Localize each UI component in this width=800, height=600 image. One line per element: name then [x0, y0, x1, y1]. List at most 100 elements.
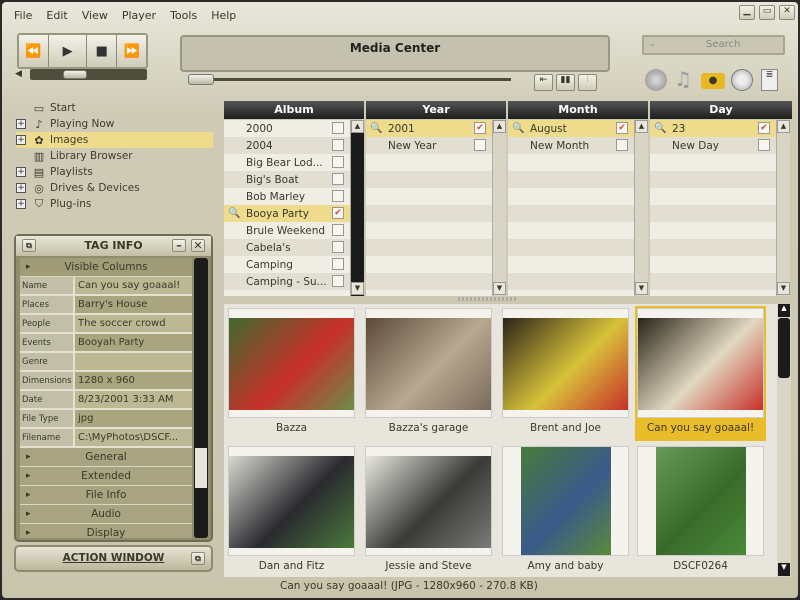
- thumbnail-item[interactable]: Amy and baby: [500, 444, 631, 579]
- close-button[interactable]: ✕: [779, 5, 795, 20]
- menu-edit[interactable]: Edit: [46, 9, 67, 22]
- list-item[interactable]: Cabela's: [224, 239, 350, 256]
- thumbnail-item[interactable]: DSCF0264: [635, 444, 766, 579]
- expand-icon[interactable]: +: [16, 135, 26, 145]
- menu-player[interactable]: Player: [122, 9, 156, 22]
- volume-slider[interactable]: [30, 69, 147, 80]
- seek-slider[interactable]: [188, 78, 511, 81]
- checkbox[interactable]: [332, 173, 344, 185]
- scroll-down-button[interactable]: ▼: [635, 282, 648, 295]
- thumbnail-item[interactable]: Jessie and Steve: [363, 444, 494, 579]
- splitter-handle[interactable]: [458, 297, 518, 301]
- scroll-thumb[interactable]: [195, 448, 207, 488]
- tag-field-value[interactable]: Booyah Party: [75, 334, 192, 351]
- visible-columns-section[interactable]: Visible Columns: [20, 258, 192, 277]
- thumbnail-item[interactable]: Dan and Fitz: [226, 444, 357, 579]
- video-icon[interactable]: [731, 69, 753, 91]
- column-header-album[interactable]: Album: [224, 101, 364, 119]
- scroll-down-button[interactable]: ▼: [777, 282, 790, 295]
- action-window-dock-icon[interactable]: ⧉: [191, 552, 205, 565]
- list-item[interactable]: Big Bear Lod...: [224, 154, 350, 171]
- photo-thumbnail[interactable]: [503, 318, 628, 410]
- list-item[interactable]: New Month: [508, 137, 634, 154]
- column-header-day[interactable]: Day: [650, 101, 792, 119]
- tag-field-value[interactable]: The soccer crowd: [75, 315, 192, 332]
- search-dropdown-icon[interactable]: ⌄: [649, 39, 656, 48]
- checkbox[interactable]: ✔: [474, 122, 486, 134]
- tag-info-close-button[interactable]: ✕: [191, 239, 205, 252]
- expand-icon[interactable]: +: [16, 183, 26, 193]
- tag-section-display[interactable]: Display: [20, 524, 192, 538]
- sidebar-item-drives-devices[interactable]: + ◎ Drives & Devices: [16, 180, 213, 196]
- tag-field-value[interactable]: jpg: [75, 410, 192, 427]
- minimize-button[interactable]: ▁: [739, 5, 755, 20]
- audio-icon[interactable]: ♫: [674, 67, 692, 91]
- scroll-up-button[interactable]: ▲: [778, 304, 790, 317]
- menu-tools[interactable]: Tools: [170, 9, 197, 22]
- scroll-down-button[interactable]: ▼: [351, 282, 364, 295]
- menu-view[interactable]: View: [82, 9, 108, 22]
- sidebar-item-playlists[interactable]: + ▤ Playlists: [16, 164, 213, 180]
- tag-field-value[interactable]: Can you say goaaal!: [75, 277, 192, 294]
- sidebar-item-start[interactable]: ▭ Start: [16, 100, 213, 116]
- expand-icon[interactable]: +: [16, 119, 26, 129]
- column-scrollbar[interactable]: ▲ ▼: [634, 120, 648, 296]
- checkbox[interactable]: ✔: [332, 207, 344, 219]
- expand-icon[interactable]: +: [16, 199, 26, 209]
- list-item[interactable]: Camping - Su...: [224, 273, 350, 290]
- list-item[interactable]: 2000: [224, 120, 350, 137]
- thumbnail-item[interactable]: Brent and Joe: [500, 306, 631, 441]
- volume-knob[interactable]: [62, 70, 87, 79]
- photo-thumbnail[interactable]: [655, 447, 746, 555]
- sidebar-item-images[interactable]: + ✿ Images: [16, 132, 213, 148]
- column-header-year[interactable]: Year: [366, 101, 506, 119]
- list-item[interactable]: 2004: [224, 137, 350, 154]
- thumbnail-scrollbar[interactable]: ▲ ▼: [777, 304, 791, 577]
- next-button[interactable]: ⏩: [117, 35, 147, 67]
- sidebar-item-playing-now[interactable]: + ♪ Playing Now: [16, 116, 213, 132]
- scroll-up-button[interactable]: ▲: [635, 120, 648, 133]
- checkbox[interactable]: [332, 122, 344, 134]
- thumbnail-item[interactable]: Bazza's garage: [363, 306, 494, 441]
- menu-help[interactable]: Help: [211, 9, 236, 22]
- sidebar-item-plug-ins[interactable]: + ⛉ Plug-ins: [16, 196, 213, 212]
- checkbox[interactable]: [758, 139, 770, 151]
- expand-icon[interactable]: +: [16, 167, 26, 177]
- checkbox[interactable]: ✔: [616, 122, 628, 134]
- tag-field-value[interactable]: C:\MyPhotos\DSCF...: [75, 429, 192, 446]
- column-scrollbar[interactable]: ▲ ▼: [350, 120, 364, 296]
- scroll-up-button[interactable]: ▲: [351, 120, 364, 133]
- tag-field-value[interactable]: 8/23/2001 3:33 AM: [75, 391, 192, 408]
- visualizer-button[interactable]: ▮▮: [556, 74, 575, 91]
- tag-field-value[interactable]: 1280 x 960: [75, 372, 192, 389]
- list-item[interactable]: Camping: [224, 256, 350, 273]
- web-media-icon[interactable]: [645, 69, 667, 91]
- checkbox[interactable]: ✔: [758, 122, 770, 134]
- list-item[interactable]: 🔍 August ✔: [508, 120, 634, 137]
- checkbox[interactable]: [332, 156, 344, 168]
- photo-thumbnail[interactable]: [229, 456, 354, 548]
- search-box[interactable]: ⌄ Search: [642, 35, 785, 55]
- checkbox[interactable]: [474, 139, 486, 151]
- list-item[interactable]: New Year: [366, 137, 492, 154]
- checkbox[interactable]: [332, 275, 344, 287]
- sidebar-item-library-browser[interactable]: ▥ Library Browser: [16, 148, 213, 164]
- tag-field-value[interactable]: [75, 353, 192, 370]
- tag-field-value[interactable]: Barry's House: [75, 296, 192, 313]
- list-item[interactable]: Big's Boat: [224, 171, 350, 188]
- scroll-up-button[interactable]: ▲: [777, 120, 790, 133]
- column-scrollbar[interactable]: ▲ ▼: [492, 120, 506, 296]
- photo-thumbnail[interactable]: [366, 318, 491, 410]
- scroll-up-button[interactable]: ▲: [493, 120, 506, 133]
- play-button[interactable]: ▶: [48, 35, 88, 67]
- scroll-thumb[interactable]: [778, 318, 790, 378]
- documents-icon[interactable]: ≣: [761, 69, 778, 91]
- list-item[interactable]: 🔍 2001 ✔: [366, 120, 492, 137]
- stop-button[interactable]: ■: [87, 35, 118, 67]
- checkbox[interactable]: [332, 139, 344, 151]
- tag-section-general[interactable]: General: [20, 448, 192, 467]
- checkbox[interactable]: [332, 190, 344, 202]
- seek-knob[interactable]: [188, 74, 214, 85]
- checkbox[interactable]: [332, 241, 344, 253]
- menu-file[interactable]: File: [14, 9, 32, 22]
